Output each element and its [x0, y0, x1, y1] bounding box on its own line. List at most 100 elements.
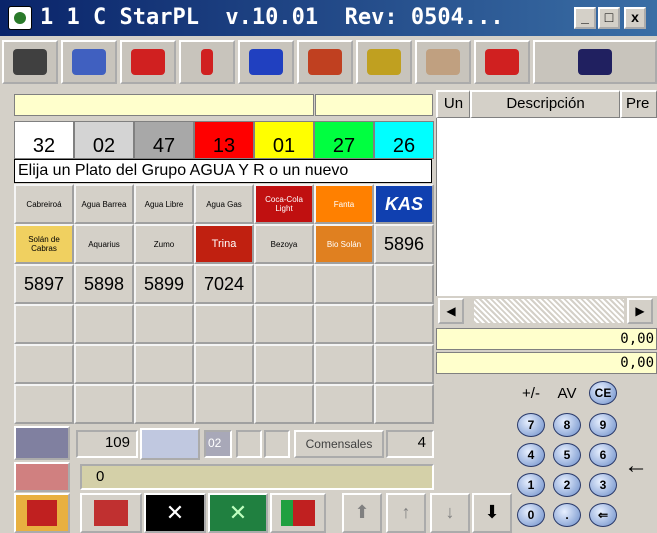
decimal-key[interactable]: .	[550, 500, 584, 530]
guests-button[interactable]	[14, 462, 70, 492]
product-empty[interactable]	[254, 344, 314, 384]
digit-9-key[interactable]: 9	[586, 410, 620, 440]
down-button[interactable]: ↓	[430, 493, 470, 533]
product-agua-barrea[interactable]: Agua Barrea	[74, 184, 134, 224]
product-aquarius[interactable]: Aquarius	[74, 224, 134, 264]
menu-button[interactable]	[474, 40, 530, 84]
dessert-button[interactable]	[415, 40, 471, 84]
product-empty[interactable]	[194, 384, 254, 424]
digit-5-key[interactable]: 5	[550, 440, 584, 470]
product-empty[interactable]	[374, 304, 434, 344]
group-tab-4[interactable]: 13	[194, 121, 254, 159]
scroll-left-arrow-icon[interactable]: ◀	[438, 298, 464, 324]
product-kas[interactable]: KAS	[374, 184, 434, 224]
product-agua-libre[interactable]: Agua Libre	[134, 184, 194, 224]
product-5897[interactable]: 5897	[14, 264, 74, 304]
product-5898[interactable]: 5898	[74, 264, 134, 304]
group-tab-1[interactable]: 32	[14, 121, 74, 159]
comensales-button[interactable]: Comensales	[294, 430, 384, 458]
product-empty[interactable]	[14, 344, 74, 384]
product-5899[interactable]: 5899	[134, 264, 194, 304]
exit-button[interactable]	[14, 493, 70, 533]
product-empty[interactable]	[314, 264, 374, 304]
refresh-button[interactable]	[140, 428, 200, 460]
backspace-key[interactable]: ⇐	[586, 500, 620, 530]
product-empty[interactable]	[134, 344, 194, 384]
scroll-track[interactable]	[474, 299, 624, 323]
product-empty[interactable]	[14, 384, 74, 424]
digit-0-key[interactable]: 0	[514, 500, 548, 530]
login-button[interactable]	[2, 40, 58, 84]
digit-7-key[interactable]: 7	[514, 410, 548, 440]
first-course-button[interactable]	[297, 40, 353, 84]
exchange-button[interactable]	[61, 40, 117, 84]
column-header-description[interactable]: Descripción	[470, 90, 620, 118]
page-up-button[interactable]: ⬆	[342, 493, 382, 533]
product-zumo[interactable]: Zumo	[134, 224, 194, 264]
product-solan-de-cabras[interactable]: Solán de Cabras	[14, 224, 74, 264]
product-7024[interactable]: 7024	[194, 264, 254, 304]
product-trina[interactable]: Trina	[194, 224, 254, 264]
digit-3-key[interactable]: 3	[586, 470, 620, 500]
digit-6-key[interactable]: 6	[586, 440, 620, 470]
column-header-price[interactable]: Pre	[620, 90, 657, 118]
second-course-button[interactable]	[356, 40, 412, 84]
product-empty[interactable]	[254, 384, 314, 424]
alert-button[interactable]	[179, 40, 235, 84]
product-agua-gas[interactable]: Agua Gas	[194, 184, 254, 224]
transfer-button[interactable]	[270, 493, 326, 533]
up-button[interactable]: ↑	[386, 493, 426, 533]
product-empty[interactable]	[194, 304, 254, 344]
product-cabreiroa[interactable]: Cabreiroá	[14, 184, 74, 224]
digit-1-key[interactable]: 1	[514, 470, 548, 500]
tools-button[interactable]: ✕	[144, 493, 206, 533]
book-button[interactable]	[533, 40, 657, 84]
product-empty[interactable]	[314, 304, 374, 344]
product-empty[interactable]	[74, 344, 134, 384]
group-tab-6[interactable]: 27	[314, 121, 374, 159]
column-header-units[interactable]: Un	[436, 90, 470, 118]
drinks-button[interactable]	[238, 40, 294, 84]
group-tab-7[interactable]: 26	[374, 121, 434, 159]
av-key[interactable]: AV	[550, 378, 584, 408]
tools-green-button[interactable]: ✕	[208, 493, 268, 533]
product-empty[interactable]	[314, 384, 374, 424]
product-fanta[interactable]: Fanta	[314, 184, 374, 224]
page-down-button[interactable]: ⬇	[472, 493, 512, 533]
digit-4-key[interactable]: 4	[514, 440, 548, 470]
digit-8-key[interactable]: 8	[550, 410, 584, 440]
scroll-right-arrow-icon[interactable]: ▶	[627, 298, 653, 324]
sign-toggle-key[interactable]: +/-	[514, 378, 548, 408]
quantity-input[interactable]: 0	[80, 464, 434, 490]
gift-button[interactable]	[120, 40, 176, 84]
maximize-button[interactable]: □	[598, 7, 620, 29]
group-tab-5[interactable]: 01	[254, 121, 314, 159]
product-empty[interactable]	[194, 344, 254, 384]
product-empty[interactable]	[14, 304, 74, 344]
product-coca-cola-light[interactable]: Coca-Cola Light	[254, 184, 314, 224]
digit-2-key[interactable]: 2	[550, 470, 584, 500]
clear-entry-key[interactable]: CE	[586, 378, 620, 408]
product-empty[interactable]	[374, 264, 434, 304]
product-empty[interactable]	[374, 344, 434, 384]
group-tab-3[interactable]: 47	[134, 121, 194, 159]
waiter-button[interactable]	[14, 426, 70, 460]
product-bezoya[interactable]: Bezoya	[254, 224, 314, 264]
minimize-button[interactable]: _	[574, 7, 596, 29]
product-5896[interactable]: 5896	[374, 224, 434, 264]
product-empty[interactable]	[254, 304, 314, 344]
product-empty[interactable]	[134, 304, 194, 344]
product-empty[interactable]	[254, 264, 314, 304]
product-bio-solan[interactable]: Bio Solán	[314, 224, 374, 264]
product-empty[interactable]	[374, 384, 434, 424]
group-tab-2[interactable]: 02	[74, 121, 134, 159]
cancel-table-button[interactable]	[80, 493, 142, 533]
product-empty[interactable]	[134, 384, 194, 424]
product-empty[interactable]	[74, 384, 134, 424]
enter-arrow-icon[interactable]: ←	[624, 452, 648, 480]
app-icon[interactable]	[8, 6, 32, 30]
order-grid[interactable]	[436, 118, 657, 296]
close-button[interactable]: x	[624, 7, 646, 29]
product-empty[interactable]	[74, 304, 134, 344]
product-empty[interactable]	[314, 344, 374, 384]
